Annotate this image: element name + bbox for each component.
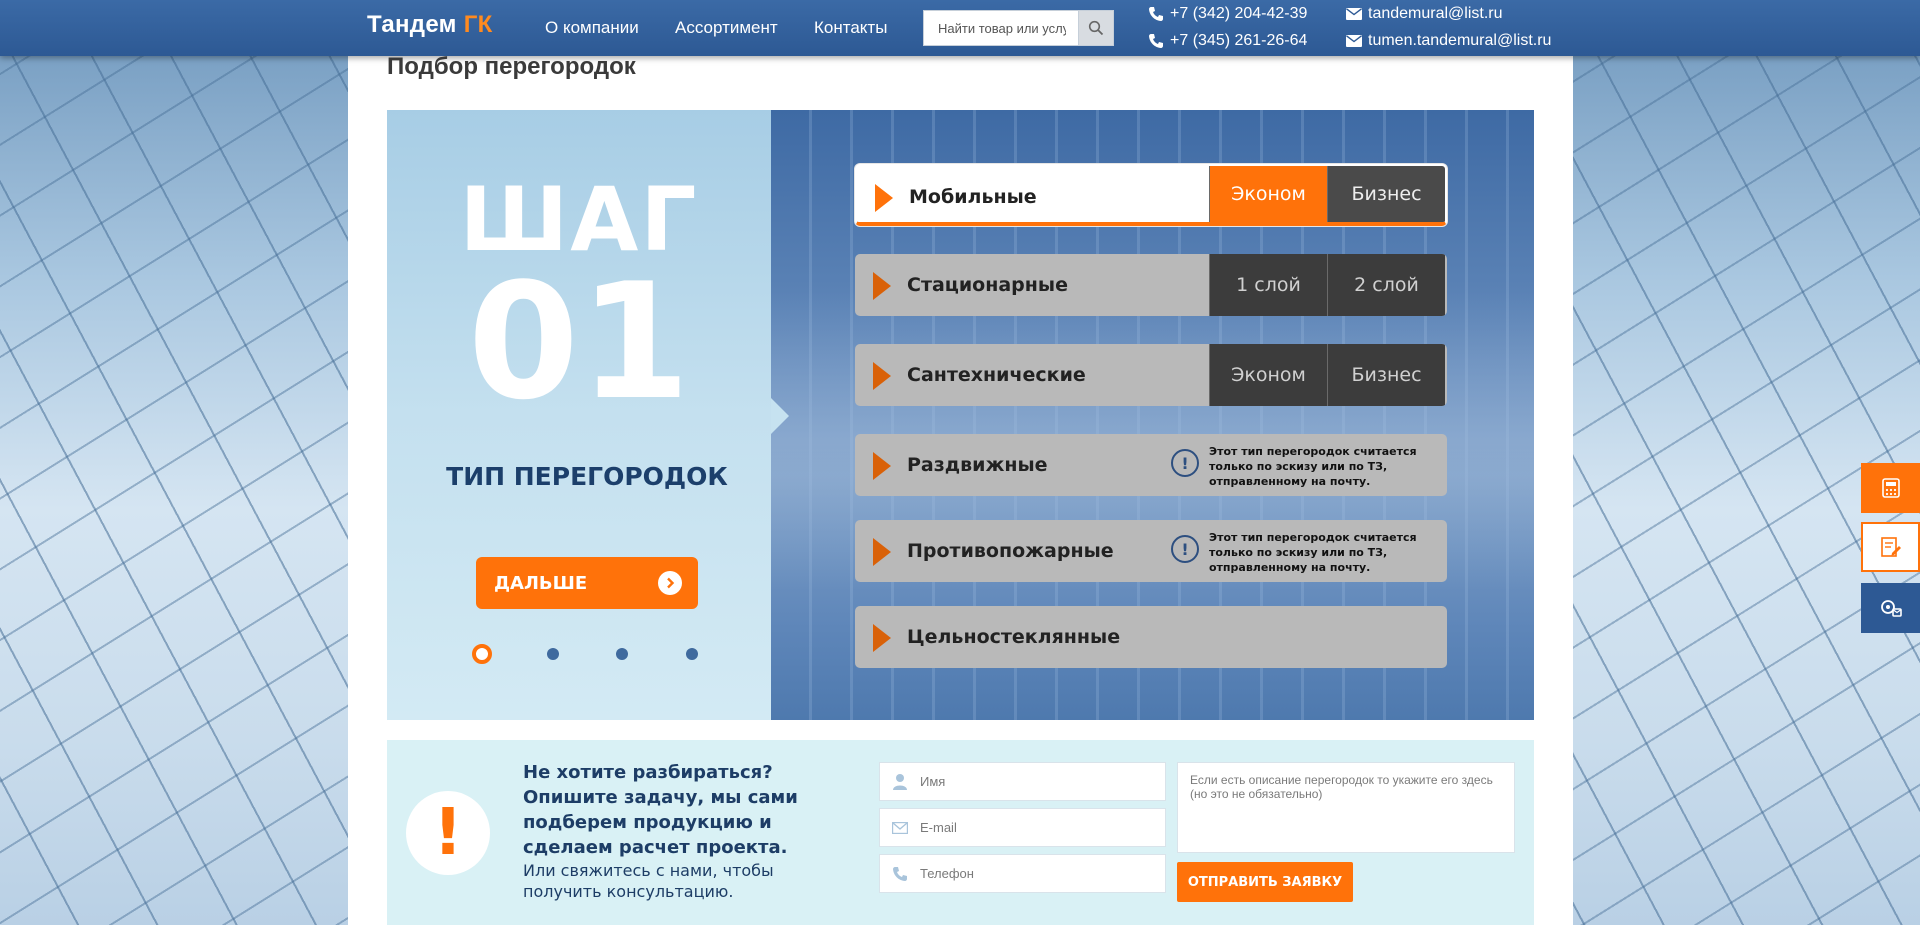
email-2-text: tumen.tandemural@list.ru (1368, 32, 1552, 49)
nav-about[interactable]: О компании (545, 18, 639, 38)
mail-icon (880, 821, 920, 834)
step-dot-3[interactable] (616, 648, 628, 660)
calculator-button[interactable] (1861, 463, 1920, 513)
option-all-glass[interactable]: Цельностеклянные (855, 606, 1447, 668)
phone-2[interactable]: +7 (345) 261-26-64 (1148, 32, 1307, 50)
phone-icon (1149, 7, 1163, 21)
user-icon (880, 773, 920, 791)
step-dot-2[interactable] (547, 648, 559, 660)
phone-icon (880, 866, 920, 882)
form-lead-text: Не хотите разбираться? Опишите задачу, м… (523, 762, 798, 858)
option-stationary-2-layer-button[interactable]: 2 слой (1327, 254, 1445, 316)
chevron-right-icon (658, 571, 682, 595)
mail-icon (1346, 8, 1362, 20)
phone-icon (1149, 34, 1163, 48)
exclamation-icon: ! (406, 791, 490, 875)
phone-input[interactable] (920, 866, 1150, 881)
step-label: ТИП ПЕРЕГОРОДОК (446, 462, 728, 491)
contact-icon (1880, 600, 1902, 617)
email-2[interactable]: tumen.tandemural@list.ru (1346, 32, 1551, 50)
option-sanitary[interactable]: Сантехнические Эконом Бизнес (855, 344, 1447, 406)
email-field[interactable] (879, 808, 1166, 847)
option-name: Мобильные (909, 186, 1037, 208)
logo-text: Тандем (367, 11, 464, 38)
mail-icon (1346, 35, 1362, 47)
phone-field[interactable] (879, 854, 1166, 893)
option-name: Раздвижные (907, 454, 1048, 476)
option-stationary[interactable]: Стационарные 1 слой 2 слой (855, 254, 1447, 316)
option-note: Этот тип перегородок считается только по… (1209, 445, 1417, 488)
triangle-right-icon (875, 184, 893, 212)
edit-document-icon (1880, 537, 1901, 557)
nav-contacts[interactable]: Контакты (814, 18, 887, 38)
phone-1-text: +7 (342) 204-42-39 (1170, 5, 1308, 22)
option-name: Противопожарные (907, 540, 1114, 562)
page-title: Подбор перегородок (387, 53, 636, 80)
search-button[interactable] (1078, 10, 1114, 46)
email-1-text: tandemural@list.ru (1368, 5, 1503, 22)
next-button-label: ДАЛЬШЕ (494, 572, 588, 594)
logo-accent: ГК (463, 11, 493, 38)
form-sub-text: Или свяжитесь с нами, чтобы получить кон… (523, 861, 774, 901)
name-input[interactable] (920, 774, 1150, 789)
nav-assortment[interactable]: Ассортимент (675, 18, 778, 38)
phone-1[interactable]: +7 (342) 204-42-39 (1148, 5, 1307, 23)
name-field[interactable] (879, 762, 1166, 801)
search-input[interactable] (923, 10, 1080, 46)
option-name: Цельностеклянные (907, 626, 1121, 648)
triangle-right-icon (873, 624, 891, 652)
triangle-right-icon (873, 272, 891, 300)
option-sanitary-business-button[interactable]: Бизнес (1327, 344, 1445, 406)
option-name: Сантехнические (907, 364, 1086, 386)
triangle-right-icon (873, 538, 891, 566)
site-header: Тандем ГК О компании Ассортимент Контакт… (0, 0, 1920, 56)
callback-button[interactable] (1861, 583, 1920, 633)
step-dot-4[interactable] (686, 648, 698, 660)
calculator-icon (1881, 478, 1900, 498)
wizard-pointer (771, 398, 789, 434)
info-icon: ! (1171, 535, 1199, 563)
step-dot-1[interactable] (472, 644, 492, 664)
option-mobile-business-button[interactable]: Бизнес (1327, 166, 1445, 222)
description-textarea[interactable] (1177, 762, 1515, 853)
email-input[interactable] (920, 820, 1150, 835)
step-number: 01 (467, 248, 691, 435)
triangle-right-icon (873, 452, 891, 480)
phone-2-text: +7 (345) 261-26-64 (1170, 32, 1308, 49)
next-button[interactable]: ДАЛЬШЕ (476, 557, 698, 609)
triangle-right-icon (873, 362, 891, 390)
submit-request-button[interactable]: ОТПРАВИТЬ ЗАЯВКУ (1177, 862, 1353, 902)
option-name: Стационарные (907, 274, 1068, 296)
option-sanitary-economy-button[interactable]: Эконом (1209, 344, 1327, 406)
option-mobile-economy-button[interactable]: Эконом (1209, 166, 1327, 222)
search-icon (1088, 20, 1104, 36)
info-icon: ! (1171, 449, 1199, 477)
option-sliding[interactable]: Раздвижные ! Этот тип перегородок считае… (855, 434, 1447, 496)
option-mobile[interactable]: Мобильные Эконом Бизнес (855, 164, 1447, 226)
request-form-button[interactable] (1861, 522, 1920, 572)
email-1[interactable]: tandemural@list.ru (1346, 5, 1503, 23)
option-stationary-1-layer-button[interactable]: 1 слой (1209, 254, 1327, 316)
option-note: Этот тип перегородок считается только по… (1209, 531, 1417, 574)
option-fireproof[interactable]: Противопожарные ! Этот тип перегородок с… (855, 520, 1447, 582)
logo[interactable]: Тандем ГК (367, 11, 493, 39)
